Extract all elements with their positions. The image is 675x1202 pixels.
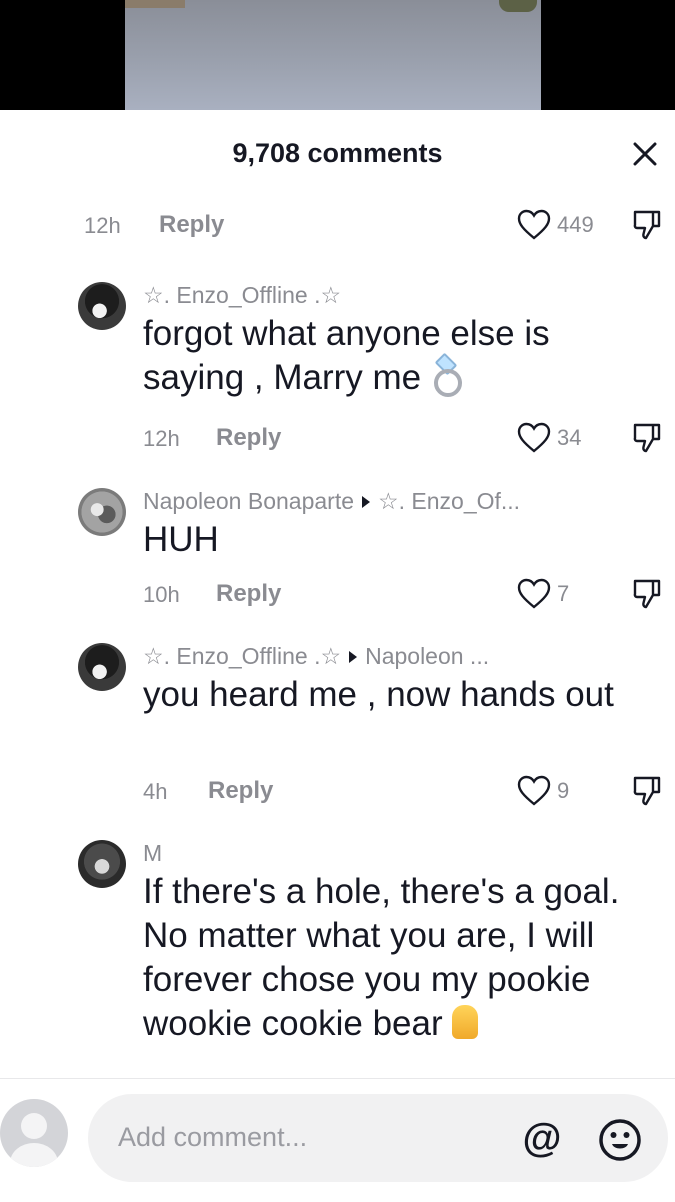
comment-username[interactable]: ☆. Enzo_Offline .☆ <box>143 282 341 309</box>
heart-outline-icon <box>517 209 551 240</box>
close-button[interactable] <box>627 136 663 172</box>
like-count: 34 <box>557 425 582 450</box>
heart-outline-icon <box>517 422 551 453</box>
video-object <box>499 0 537 12</box>
comment-item: M If there's a hole, there's a goal. No … <box>0 840 675 1078</box>
dislike-button[interactable] <box>629 773 665 809</box>
like-count: 449 <box>557 212 594 237</box>
thumbs-down-icon <box>633 423 661 453</box>
comment-text: HUH <box>143 520 219 559</box>
comment-time: 12h <box>84 213 121 238</box>
like-button[interactable]: 9 <box>517 773 569 809</box>
avatar[interactable] <box>78 643 126 691</box>
thumbs-down-icon <box>633 579 661 609</box>
heart-outline-icon <box>517 775 551 806</box>
avatar[interactable] <box>78 488 126 536</box>
video-preview[interactable] <box>125 0 541 110</box>
comment-text: forgot what anyone else is saying , Marr… <box>143 314 550 397</box>
like-button[interactable]: 449 <box>517 207 594 243</box>
comment-text: you heard me , now hands out <box>143 675 614 714</box>
dislike-button[interactable] <box>629 207 665 243</box>
comment-time: 10h <box>143 582 180 607</box>
reply-to-username[interactable]: ☆. Enzo_Of... <box>378 488 520 515</box>
reply-button[interactable]: Reply <box>208 777 273 805</box>
comment-text: If there's a hole, there's a goal. No ma… <box>143 872 620 1043</box>
emoji-button[interactable] <box>596 1116 644 1164</box>
comments-count-title: 9,708 comments <box>232 138 443 168</box>
comment-meta-row: 12h Reply 34 <box>0 418 675 458</box>
like-count: 9 <box>557 778 570 803</box>
comment-time: 4h <box>143 779 168 804</box>
avatar[interactable] <box>78 282 126 330</box>
ring-emoji-icon <box>431 357 462 397</box>
comment-username[interactable]: M <box>143 840 162 867</box>
comment-username[interactable]: ☆. Enzo_Offline .☆ Napoleon ... <box>143 643 489 670</box>
avatar-body <box>10 1143 58 1167</box>
comments-header: 9,708 comments <box>0 130 675 180</box>
reply-button[interactable]: Reply <box>216 424 281 452</box>
dislike-button[interactable] <box>629 576 665 612</box>
close-icon <box>633 142 657 166</box>
reply-arrow-icon <box>349 650 358 663</box>
mention-button[interactable]: @ <box>516 1112 568 1164</box>
comment-meta-row: 12h Reply 449 <box>0 205 675 245</box>
folded-hands-emoji-icon <box>452 1005 479 1039</box>
thumbs-down-icon <box>633 210 661 240</box>
avatar[interactable] <box>78 840 126 888</box>
comment-input[interactable] <box>116 1116 500 1158</box>
reply-button[interactable]: Reply <box>159 211 224 239</box>
comments-sheet: 9,708 comments 12h Reply 449 ☆. Enzo_Off… <box>0 110 675 1201</box>
comment-input-bar: @ <box>0 1078 675 1202</box>
reply-arrow-icon <box>362 495 370 508</box>
comment-meta-row: 10h Reply 7 <box>0 574 675 614</box>
thumbs-down-icon <box>633 776 661 806</box>
avatar-head <box>21 1113 47 1139</box>
comment-meta-row: 4h Reply 9 <box>0 771 675 811</box>
smiley-icon <box>599 1119 641 1161</box>
video-strip <box>0 0 675 110</box>
like-button[interactable]: 34 <box>517 420 581 456</box>
comment-box: @ <box>88 1094 668 1182</box>
comment-time: 12h <box>143 426 180 451</box>
profile-placeholder-icon[interactable] <box>0 1099 68 1167</box>
comment-username[interactable]: Napoleon Bonaparte ☆. Enzo_Of... <box>143 488 520 515</box>
dislike-button[interactable] <box>629 420 665 456</box>
video-object <box>125 0 185 8</box>
reply-button[interactable]: Reply <box>216 580 281 608</box>
reply-to-username[interactable]: Napoleon ... <box>365 643 489 670</box>
like-count: 7 <box>557 581 570 606</box>
heart-outline-icon <box>517 578 551 609</box>
like-button[interactable]: 7 <box>517 576 569 612</box>
